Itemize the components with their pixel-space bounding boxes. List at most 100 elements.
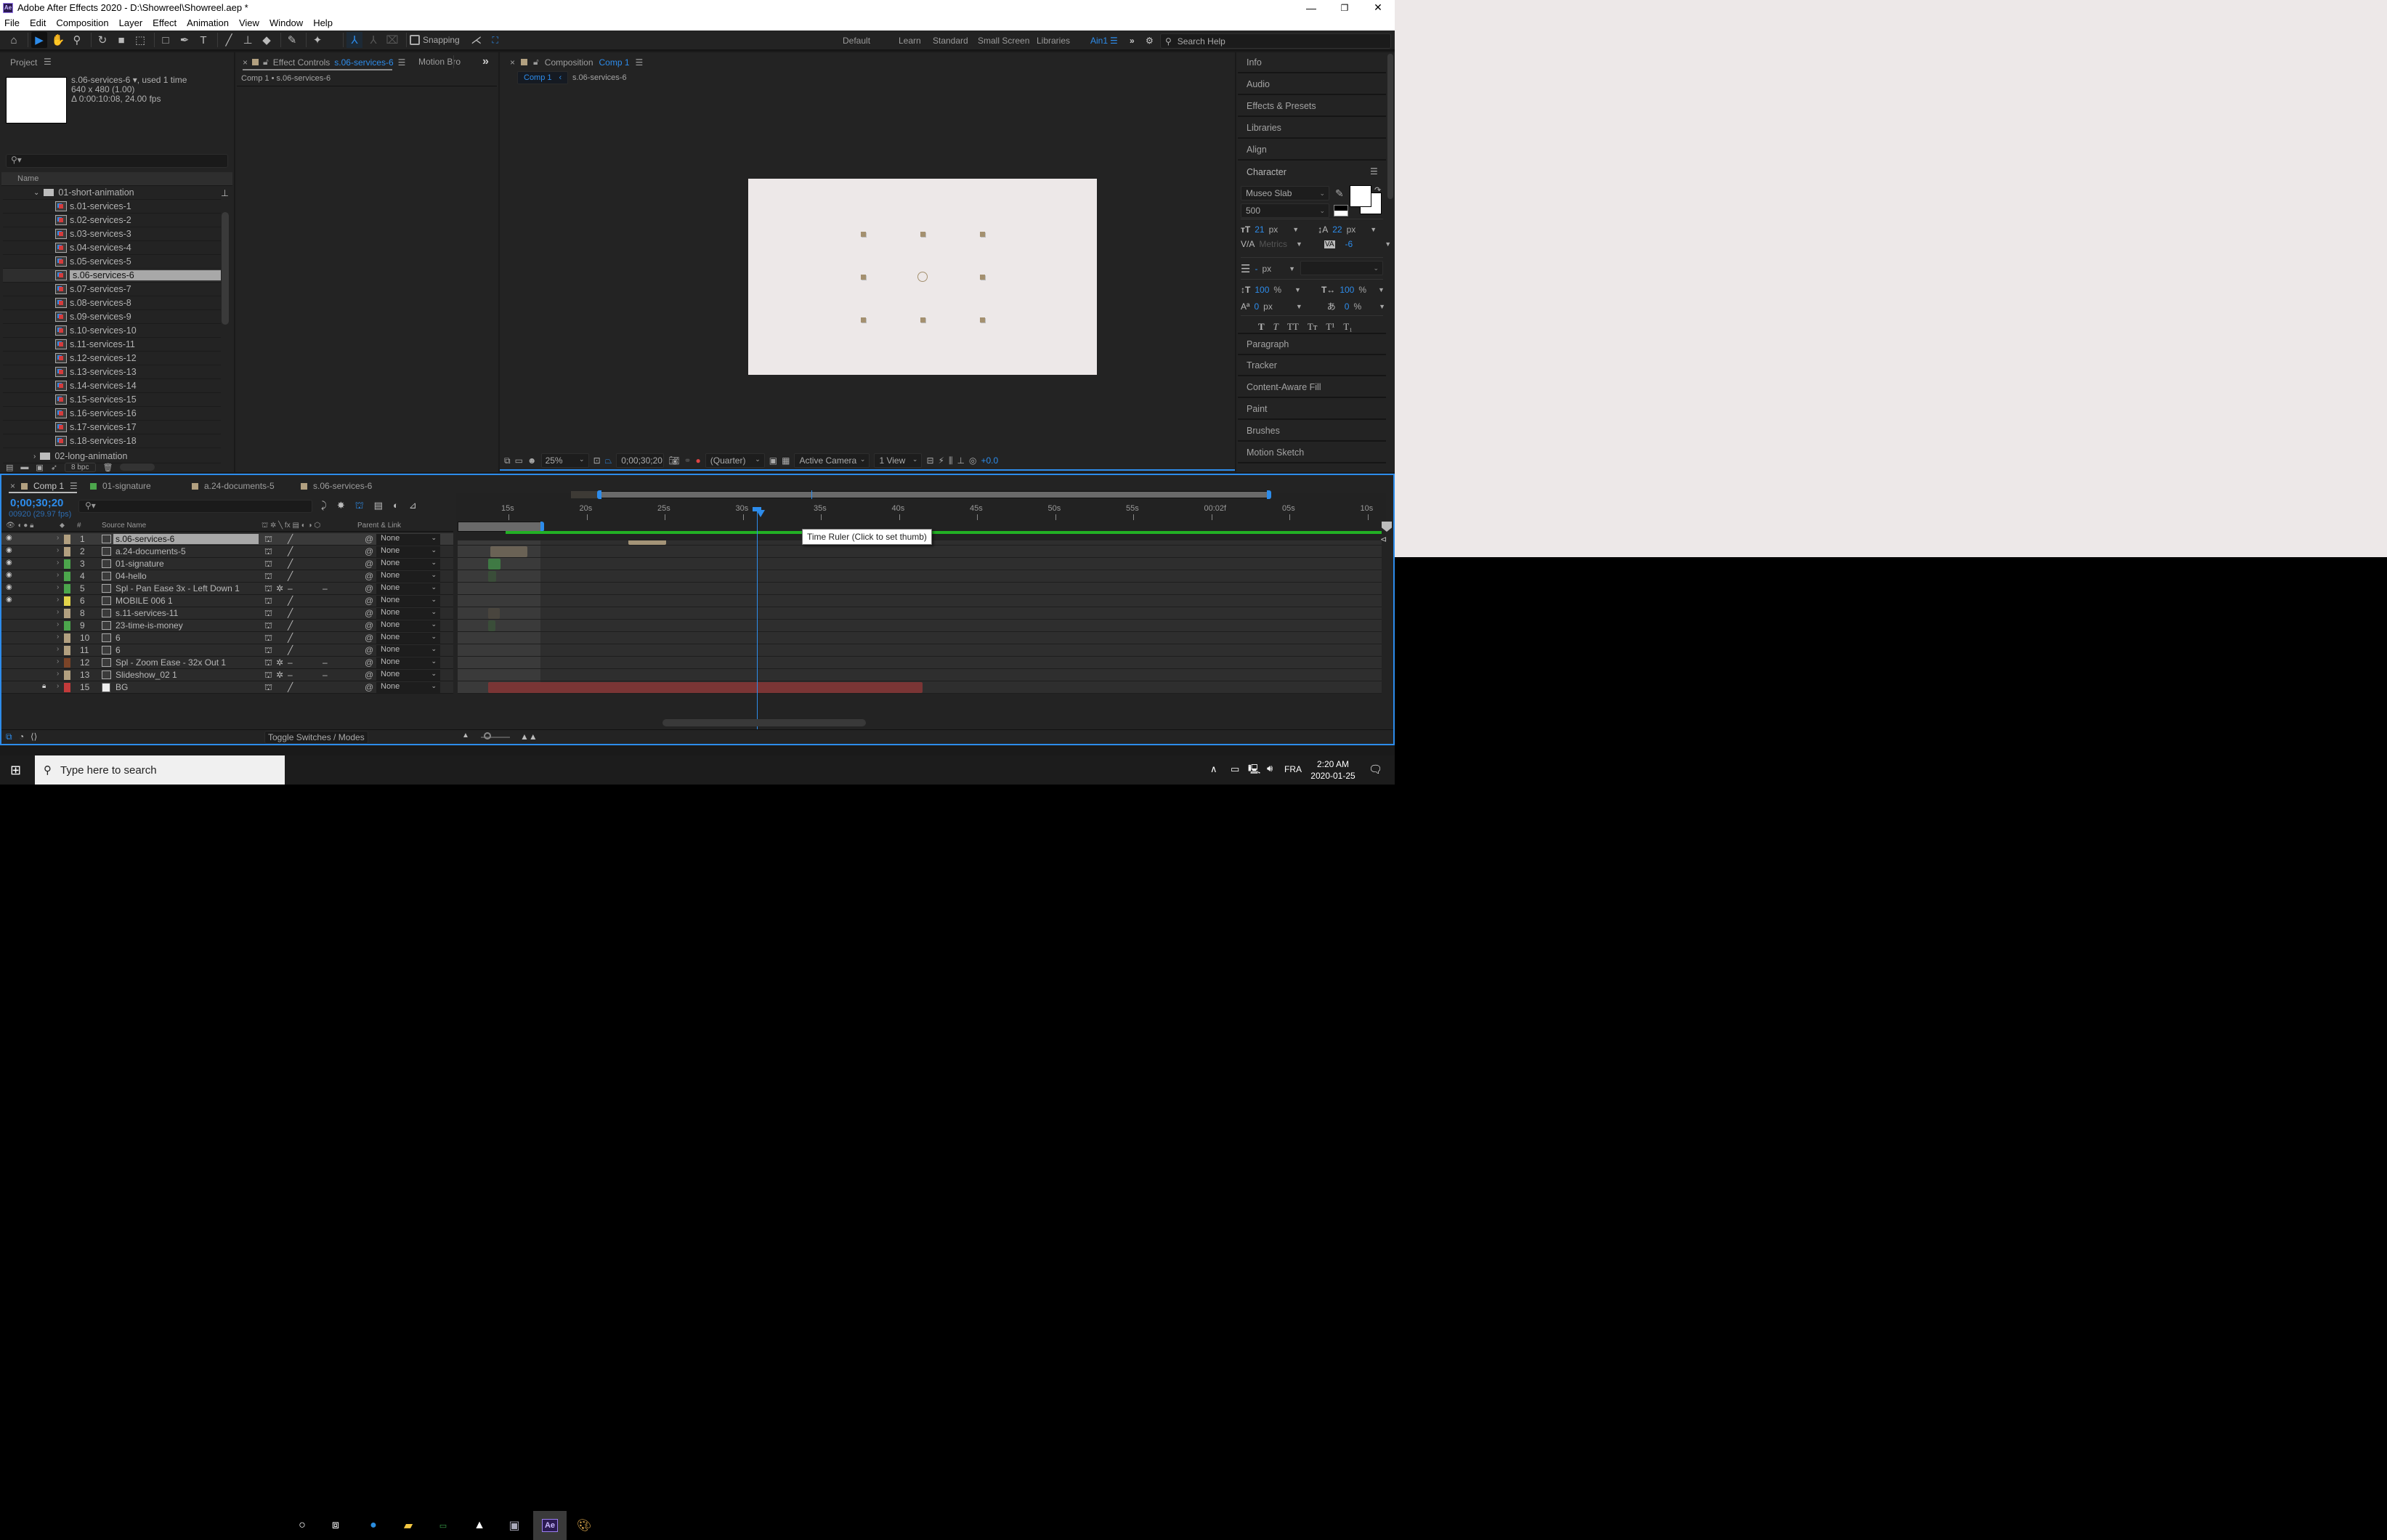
anchor-point-icon[interactable] xyxy=(917,272,928,282)
motion-blur-switch-icon[interactable]: – xyxy=(323,583,328,593)
label-color-swatch[interactable] xyxy=(64,646,70,655)
windows-start-icon[interactable]: ⊞ xyxy=(10,763,21,778)
menu-window[interactable]: Window xyxy=(270,17,303,28)
close-tab-icon[interactable]: × xyxy=(510,57,515,68)
parent-dropdown[interactable]: None ⌄ xyxy=(376,559,440,570)
workspace-standard[interactable]: Standard xyxy=(933,31,968,51)
collapse-switch-icon[interactable]: ✲ xyxy=(276,583,283,593)
project-item[interactable]: s.13-services-13 xyxy=(3,365,221,379)
rotation-tool-icon[interactable]: ↻ xyxy=(94,32,110,48)
pick-whip-icon[interactable]: @ xyxy=(365,571,373,581)
quality-switch-icon[interactable]: ╱ xyxy=(288,571,293,581)
selection-tool-icon[interactable]: ▶ xyxy=(31,32,47,48)
roto-brush-tool-icon[interactable]: ✎ xyxy=(284,32,300,48)
layer-row[interactable]: ◉ › 4 04-hello ⛫ ╱ @ None ⌄ xyxy=(1,570,453,583)
layer-switches-toggle-icon[interactable]: ⧉ xyxy=(6,732,12,742)
after-effects-taskbar-button[interactable]: Ae xyxy=(533,1511,567,1540)
pick-whip-icon[interactable]: @ xyxy=(365,596,373,606)
hscale-arrow-icon[interactable]: ▼ xyxy=(1378,286,1385,293)
quality-switch-icon[interactable]: ╱ xyxy=(288,633,293,643)
puppet-pin-tool-icon[interactable]: ✦ xyxy=(309,32,325,48)
baseline-arrow-icon[interactable]: ▼ xyxy=(1296,303,1302,310)
search-help-field[interactable]: ⚲ Search Help xyxy=(1160,33,1391,49)
menu-file[interactable]: File xyxy=(4,17,20,28)
shy-switch-icon[interactable]: ⛫ xyxy=(264,670,272,681)
chevron-right-icon[interactable]: › xyxy=(57,657,59,665)
photos-app-icon[interactable]: ▲ xyxy=(469,1515,490,1536)
rectangle-tool-icon[interactable]: □ xyxy=(158,32,174,48)
layer-track[interactable] xyxy=(458,681,1382,694)
menu-animation[interactable]: Animation xyxy=(187,17,229,28)
lock-icon[interactable]: 🔓︎ xyxy=(533,57,539,68)
snapping-checkbox[interactable] xyxy=(410,35,420,45)
right-panel-scrollbar[interactable] xyxy=(1387,54,1393,199)
baseline-shift-value[interactable]: 0 xyxy=(1254,301,1259,312)
layer-track[interactable] xyxy=(458,570,1382,583)
motion-blur-icon[interactable]: ◐ xyxy=(393,500,399,513)
brush-tool-icon[interactable]: ╱ xyxy=(221,32,237,48)
parent-dropdown[interactable]: None ⌄ xyxy=(376,633,440,644)
timeline-tab[interactable]: 01-signature xyxy=(87,479,189,493)
view-axis-icon[interactable]: ⌧ xyxy=(384,32,400,48)
close-tab-icon[interactable]: × xyxy=(10,481,15,491)
work-area-start[interactable] xyxy=(458,522,543,532)
graph-editor-icon[interactable]: ⊿ xyxy=(409,500,417,513)
quality-switch-icon[interactable]: ╱ xyxy=(288,596,293,606)
maximize-button[interactable]: ❐ xyxy=(1328,0,1361,15)
panel-libraries[interactable]: Libraries xyxy=(1238,118,1386,139)
lock-icon[interactable]: 🔓︎ xyxy=(263,57,269,68)
thumbnail-slider[interactable] xyxy=(120,463,155,471)
minimize-button[interactable]: — xyxy=(1294,0,1328,15)
new-folder-icon[interactable]: ▬ xyxy=(20,463,28,471)
kerning-arrow-icon[interactable]: ▼ xyxy=(1296,240,1302,248)
panel-menu-icon[interactable]: ☰ xyxy=(70,481,78,491)
parent-dropdown[interactable]: None ⌄ xyxy=(376,534,440,545)
shy-switch-icon[interactable]: ⛫ xyxy=(264,682,272,694)
comp-breadcrumb-active[interactable]: Comp 1 ‹ xyxy=(517,71,569,84)
panel-align[interactable]: Align xyxy=(1238,139,1386,161)
transform-handle[interactable] xyxy=(920,231,925,237)
quality-switch-icon[interactable]: ╱ xyxy=(288,559,293,569)
chevron-down-icon[interactable]: ⌄ xyxy=(33,189,39,197)
layer-number-header[interactable]: # xyxy=(77,522,81,530)
layer-row[interactable]: 🔒︎ › 15 BG ⛫ ╱ @ None ⌄ xyxy=(1,681,453,694)
visibility-eye-icon[interactable]: ◉ xyxy=(6,583,12,591)
font-family-dropdown[interactable]: Museo Slab ⌄ xyxy=(1241,186,1329,200)
parent-dropdown[interactable]: None ⌄ xyxy=(376,546,440,557)
transform-handle[interactable] xyxy=(979,231,985,237)
shy-switch-icon[interactable]: ⛫ xyxy=(264,571,272,583)
parent-link-header[interactable]: Parent & Link xyxy=(357,522,401,530)
quality-switch-icon[interactable]: ╱ xyxy=(288,534,293,544)
always-preview-icon[interactable]: ⧉ xyxy=(504,455,511,466)
parent-dropdown[interactable]: None ⌄ xyxy=(376,571,440,582)
label-color-swatch[interactable] xyxy=(64,683,70,692)
layer-name[interactable]: 6 xyxy=(113,645,259,655)
font-style-dropdown[interactable]: 500 ⌄ xyxy=(1241,203,1329,218)
transform-handle[interactable] xyxy=(861,275,867,280)
collapse-switch-icon[interactable]: ✲ xyxy=(276,657,283,668)
menu-effect[interactable]: Effect xyxy=(153,17,177,28)
camera-tool-icon[interactable]: ■ xyxy=(113,32,129,48)
pick-whip-icon[interactable]: @ xyxy=(365,559,373,569)
av-features-header[interactable]: 👁︎ ◖ ● 🔒︎ xyxy=(6,522,33,530)
panel-paint[interactable]: Paint xyxy=(1238,399,1386,420)
project-item[interactable]: s.06-services-6 xyxy=(3,269,221,283)
task-view-icon[interactable]: ⧈ xyxy=(325,1515,346,1536)
workspace-settings-icon[interactable]: ⚙ xyxy=(1146,31,1154,51)
show-snapshot-icon[interactable]: ⚭ xyxy=(684,455,691,466)
transform-handle[interactable] xyxy=(861,317,867,323)
workspace-small-screen[interactable]: Small Screen xyxy=(978,31,1029,51)
chevron-right-icon[interactable]: › xyxy=(57,645,59,653)
parent-dropdown[interactable]: None ⌄ xyxy=(376,682,440,693)
paint-app-icon[interactable]: 🎨︎ xyxy=(574,1515,594,1536)
shy-switch-icon[interactable]: ⛫ xyxy=(264,559,272,570)
monitor-icon[interactable]: ▭ xyxy=(515,455,523,466)
vscale-arrow-icon[interactable]: ▼ xyxy=(1294,286,1301,293)
project-item[interactable]: s.15-services-15 xyxy=(3,393,221,407)
current-time-display[interactable]: 0;00;30;20 xyxy=(10,497,63,509)
panel-brushes[interactable]: Brushes xyxy=(1238,421,1386,442)
tsume-arrow-icon[interactable]: ▼ xyxy=(1379,303,1385,310)
home-icon[interactable]: ⌂ xyxy=(6,32,22,48)
pick-whip-icon[interactable]: @ xyxy=(365,534,373,544)
timeline-search-input[interactable]: ⚲▾ xyxy=(78,500,312,513)
